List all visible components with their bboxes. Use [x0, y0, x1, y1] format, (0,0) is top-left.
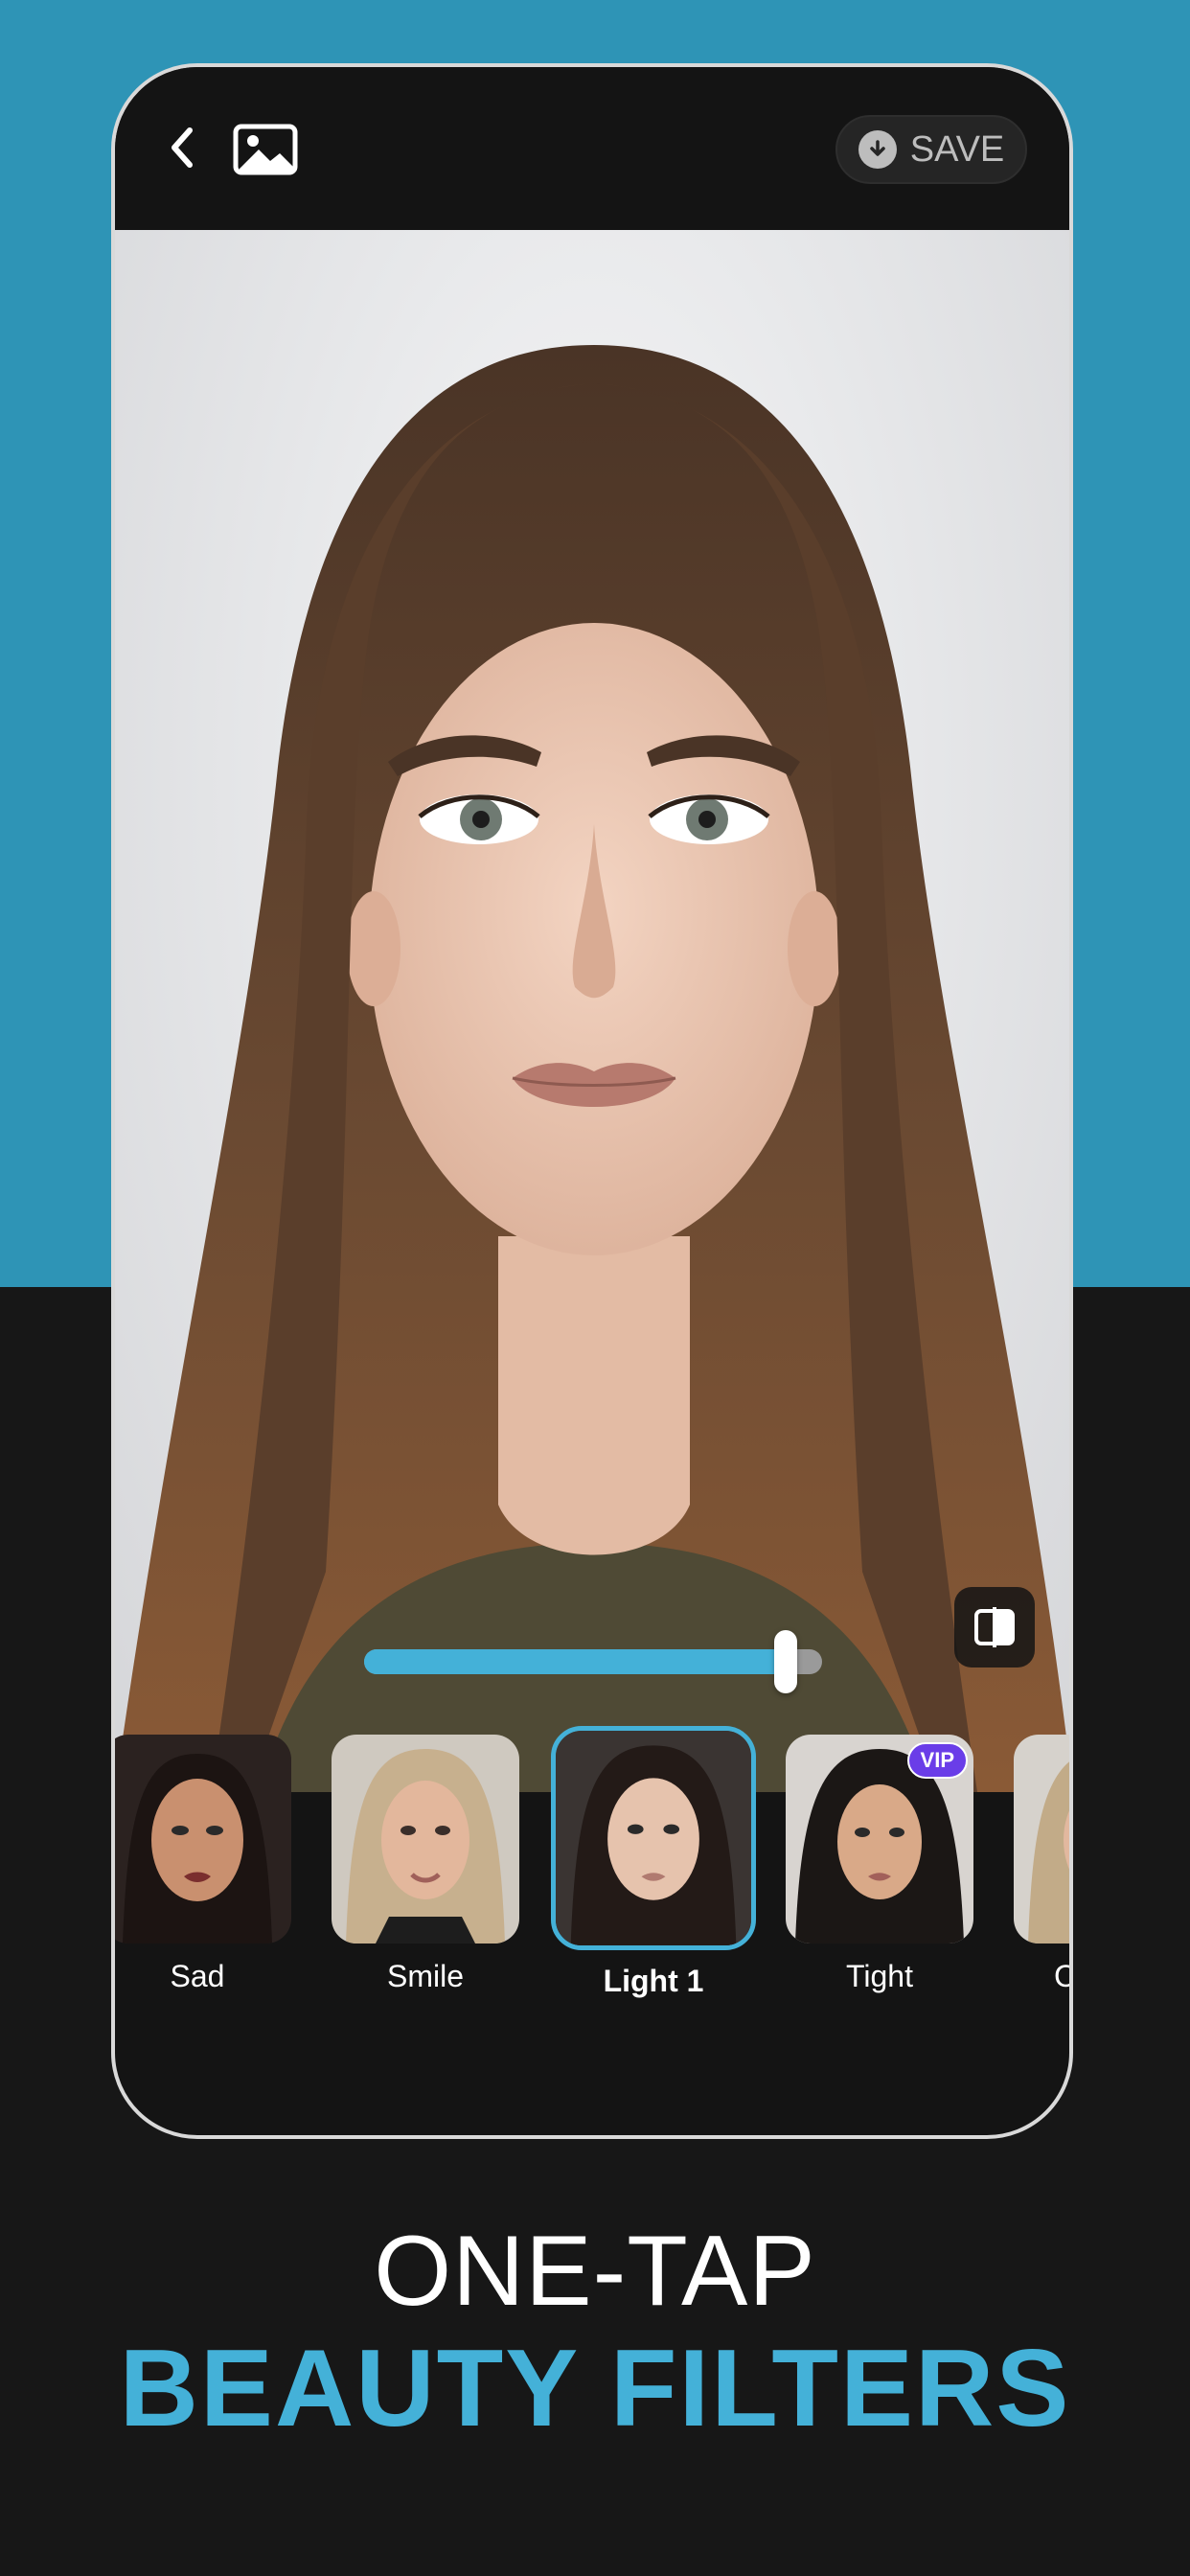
filter-label: Smile [386, 1959, 464, 1993]
back-button[interactable] [153, 119, 211, 176]
image-icon [233, 124, 298, 175]
slider-fill [364, 1649, 786, 1674]
save-button[interactable]: SAVE [835, 115, 1027, 184]
phone-frame: SAVE Sad Smile Light 1 VIP Tight [111, 63, 1073, 2139]
headline-line-2: BEAUTY FILTERS [119, 2328, 1071, 2450]
gallery-button[interactable] [232, 121, 299, 178]
save-label: SAVE [909, 128, 1005, 170]
filter-partial[interactable]: C [1014, 1735, 1069, 1994]
intensity-slider[interactable] [364, 1622, 822, 1699]
filter-label: Tight [846, 1959, 913, 1993]
filter-smile[interactable]: Smile [332, 1735, 519, 1994]
filter-thumbnail [551, 1726, 756, 1950]
filter-strip: Sad Smile Light 1 VIP Tight [115, 1726, 1069, 2041]
filter-tight[interactable]: VIP Tight [786, 1735, 973, 1994]
portrait-photo [115, 230, 1069, 1792]
headline-line-1: ONE-TAP [374, 2216, 816, 2327]
filter-thumbnail: VIP [786, 1735, 973, 1944]
chevron-left-icon [172, 127, 193, 168]
filter-light-1[interactable]: Light 1 [551, 1726, 756, 1999]
compare-split-icon [974, 1607, 1015, 1647]
filter-thumbnail [332, 1735, 519, 1944]
slider-thumb[interactable] [773, 1630, 797, 1693]
filter-label: C [1014, 1959, 1069, 1994]
promo-headline: ONE-TAP BEAUTY FILTERS [0, 2214, 1190, 2450]
download-icon [858, 130, 897, 169]
filter-thumbnail [1014, 1735, 1069, 1944]
filter-thumbnail [115, 1735, 291, 1944]
top-toolbar: SAVE [115, 67, 1069, 230]
filter-label: Sad [170, 1959, 225, 1993]
filter-label: Light 1 [603, 1964, 704, 1998]
vip-badge: VIP [906, 1742, 968, 1779]
filter-sad[interactable]: Sad [115, 1735, 291, 1994]
compare-button[interactable] [954, 1587, 1035, 1668]
